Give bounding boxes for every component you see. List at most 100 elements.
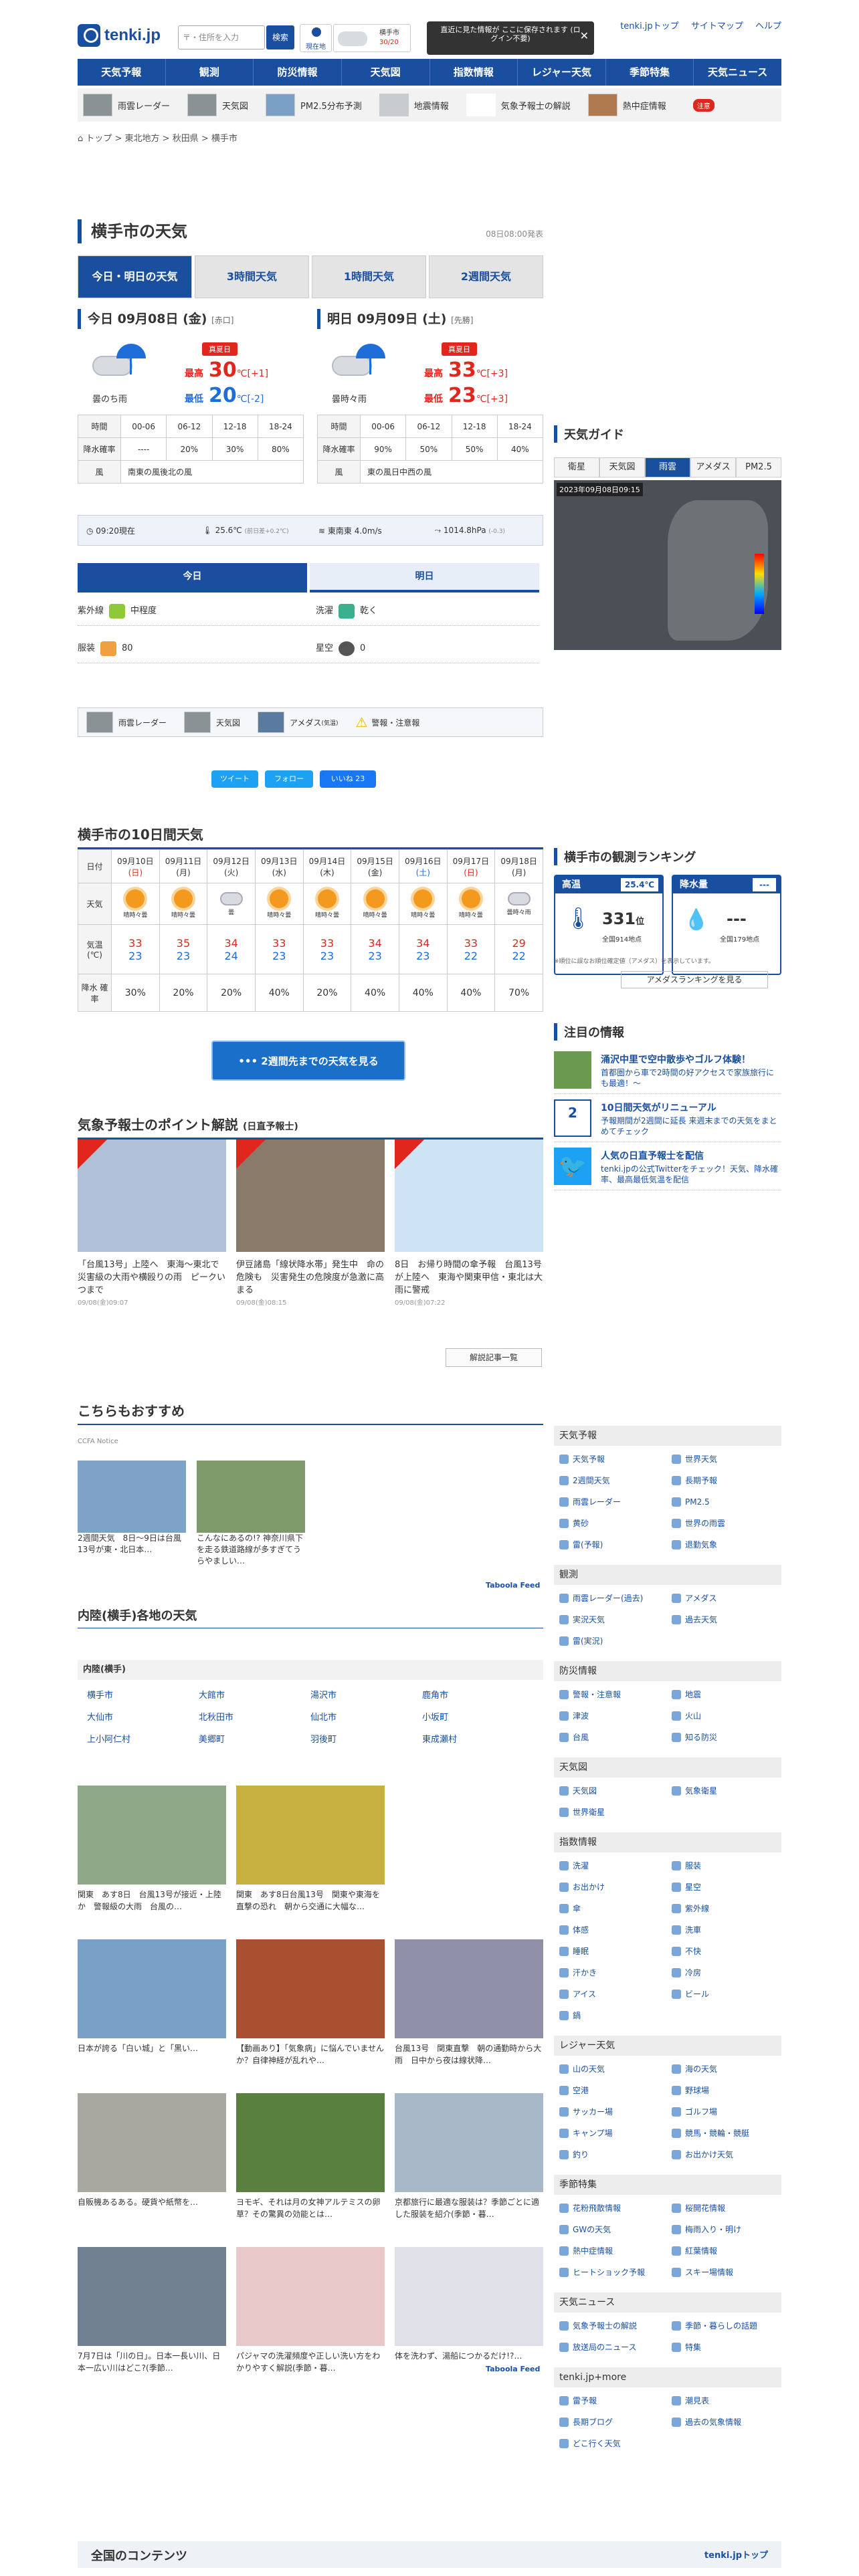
close-icon[interactable]: ✕ [580,31,589,41]
menu-item[interactable]: 実況天気 [557,1609,669,1630]
menu-item[interactable]: スキー場情報 [669,2262,781,2283]
taboola-link[interactable]: Taboola Feed [486,2365,540,2373]
more-2week-button[interactable]: ••• 2週間先までの天気を見る [211,1041,405,1081]
tab-1hour[interactable]: 1時間天気 [312,255,426,298]
guide-tab-chart[interactable]: 天気図 [599,457,645,477]
menu-item[interactable]: 海の天気 [669,2058,781,2080]
menu-item[interactable]: 洗濯 [557,1855,669,1876]
menu-heading[interactable]: tenki.jp+more [554,2367,781,2387]
menu-item[interactable]: ゴルフ場 [669,2101,781,2123]
observation-bar[interactable]: ◷ 09:20現在 🌡 25.6℃ (前日差+0.2℃) ≋ 東南東 4.0m/… [78,515,543,546]
menu-item[interactable]: 星空 [669,1876,781,1898]
gnav-season[interactable]: 季節特集 [606,59,694,86]
menu-heading[interactable]: 指数情報 [554,1832,781,1852]
menu-item[interactable]: 津波 [557,1705,669,1727]
feed-tile[interactable]: 台風13号 関東直撃 朝の通勤時から大雨 日中から夜は線状降… [395,1939,543,2066]
menu-item[interactable]: 気象予報士の解説 [557,2315,669,2337]
menu-item[interactable]: 鍋 [557,2005,669,2026]
menu-item[interactable]: サッカー場 [557,2101,669,2123]
article-card[interactable]: 伊豆諸島「線状降水帯」発生中 命の危険も 災害発生の危険度が急激に高まる 09/0… [236,1140,385,1327]
quick-radar[interactable]: 雨雲レーダー [86,712,167,733]
menu-item[interactable]: 潮見表 [669,2390,781,2411]
subnav-chart[interactable]: 天気図 [187,94,248,116]
link-help[interactable]: ヘルプ [755,21,781,31]
subnav-radar[interactable]: 雨雲レーダー [83,94,170,116]
city-link[interactable]: 大仙市 [87,1710,199,1723]
quick-chart[interactable]: 天気図 [184,712,240,733]
menu-item[interactable]: 黄砂 [557,1513,669,1534]
tweet-button[interactable]: ツイート [211,770,258,788]
city-link[interactable]: 小坂町 [422,1710,534,1723]
feed-tile[interactable]: ヨモギ、それは月の女神アルテミスの卵草？その驚異の効能とは… [236,2093,385,2220]
menu-item[interactable]: ビール [669,1983,781,2005]
gnav-disaster[interactable]: 防災情報 [254,59,342,86]
menu-item[interactable]: 過去天気 [669,1609,781,1630]
menu-item[interactable]: 空港 [557,2080,669,2101]
menu-item[interactable]: 梅雨入り・明け [669,2219,781,2240]
current-location-button[interactable]: 現在地 [300,24,332,52]
index-tab-today[interactable]: 今日 [78,563,307,593]
taboola-link[interactable]: Taboola Feed [486,1581,540,1590]
notice-item[interactable]: 2 10日間天気がリニューアル 予報期間が2週間に延長 来週末までの天気をまとめてチ… [554,1099,781,1142]
menu-item[interactable]: キャンプ場 [557,2123,669,2144]
menu-item[interactable]: どこ行く天気 [557,2433,669,2454]
menu-item[interactable]: 長期予報 [669,1470,781,1491]
menu-item[interactable]: 雨雲レーダー(過去) [557,1588,669,1609]
menu-heading[interactable]: 観測 [554,1565,781,1585]
city-link[interactable]: 上小阿仁村 [87,1732,199,1745]
gnav-leisure[interactable]: レジャー天気 [518,59,606,86]
recommend-card[interactable]: こんなにあるの!? 神奈川県下を走る鉄道路線が多すぎてうらやましい… [197,1461,305,1567]
feed-tile[interactable]: パジャマの洗濯頻度や正しい洗い方をわかりやすく解説(季節・暮… [236,2247,385,2374]
menu-item[interactable]: 汗かき [557,1962,669,1983]
menu-item[interactable]: 紫外線 [669,1898,781,1919]
menu-item[interactable]: 体感 [557,1919,669,1941]
menu-item[interactable]: 不快 [669,1941,781,1962]
city-link[interactable]: 仙北市 [310,1710,422,1723]
tab-3hour[interactable]: 3時間天気 [195,255,309,298]
menu-item[interactable]: 競馬・競輪・競艇 [669,2123,781,2144]
menu-item[interactable]: 過去の気象情報 [669,2411,781,2433]
menu-item[interactable]: 熱中症情報 [557,2240,669,2262]
guide-tab-amedas[interactable]: アメダス [690,457,736,477]
ccfa-notice[interactable]: CCFA Notice [78,1438,118,1445]
menu-item[interactable]: 紅葉情報 [669,2240,781,2262]
article-card[interactable]: 8日 お帰り時間の傘予報 台風13号が上陸へ 東海や関東甲信・東北は大雨に警戒 0… [395,1140,543,1327]
guide-tab-satellite[interactable]: 衛星 [554,457,599,477]
menu-heading[interactable]: 天気予報 [554,1426,781,1446]
menu-heading[interactable]: 天気図 [554,1757,781,1778]
menu-item[interactable]: 雨雲レーダー [557,1491,669,1513]
feed-tile[interactable]: 体を洗わず、湯船につかるだけ!?… [395,2247,543,2362]
city-link[interactable]: 東成瀬村 [422,1732,534,1745]
feed-tile[interactable]: 自販機あるある。硬貨や紙幣を… [78,2093,226,2208]
menu-item[interactable]: 山の天気 [557,2058,669,2080]
quick-amedas[interactable]: アメダス (気温) [258,712,338,733]
index-row-2[interactable]: 服装 80 星空 0 [78,631,539,663]
link-tenki-top[interactable]: tenki.jpトップ [620,21,678,31]
city-link[interactable]: 北秋田市 [199,1710,310,1723]
gnav-chart[interactable]: 天気図 [342,59,430,86]
subnav-pm25[interactable]: PM2.5分布予測 [266,94,362,116]
menu-item[interactable]: お出かけ [557,1876,669,1898]
menu-item[interactable]: 放送局のニュース [557,2337,669,2358]
menu-item[interactable]: 長期ブログ [557,2411,669,2433]
rain-radar-map[interactable]: 2023年09月08日09:15 [554,480,781,650]
city-link[interactable]: 鹿角市 [422,1688,534,1701]
article-card[interactable]: 「台風13号」上陸へ 東海～東北で災害級の大雨や横殴りの雨 ピークいつまで 09/… [78,1140,226,1327]
menu-item[interactable]: GWの天気 [557,2219,669,2240]
saved-location-widget[interactable]: 横手市 30/20 [333,24,411,52]
recommend-card[interactable]: 2週間天気 8日～9日は台風13号が東・北日本… [78,1461,186,1555]
menu-item[interactable]: 桜開花情報 [669,2197,781,2219]
menu-item[interactable]: 野球場 [669,2080,781,2101]
menu-item[interactable]: 釣り [557,2144,669,2165]
guide-tab-pm25[interactable]: PM2.5 [736,457,781,477]
feed-tile[interactable]: 関東 あす8日台風13号 関東や東海を直撃の恐れ 朝から交通に大幅な… [236,1786,385,1913]
index-row-1[interactable]: 紫外線 中程度 洗濯 乾く [78,594,539,626]
menu-item[interactable]: アメダス [669,1588,781,1609]
breadcrumb[interactable]: ⌂ トップ > 東北地方 > 秋田県 > 横手市 [78,131,237,144]
tab-2week[interactable]: 2週間天気 [429,255,543,298]
city-link[interactable]: 大館市 [199,1688,310,1701]
feed-tile[interactable]: 【動画あり】「気象病」に悩んでいませんか？自律神経が乱れや… [236,1939,385,2066]
like-button[interactable]: いいね 23 [320,770,376,788]
menu-heading[interactable]: 天気ニュース [554,2292,781,2313]
menu-item[interactable]: 台風 [557,1727,669,1748]
